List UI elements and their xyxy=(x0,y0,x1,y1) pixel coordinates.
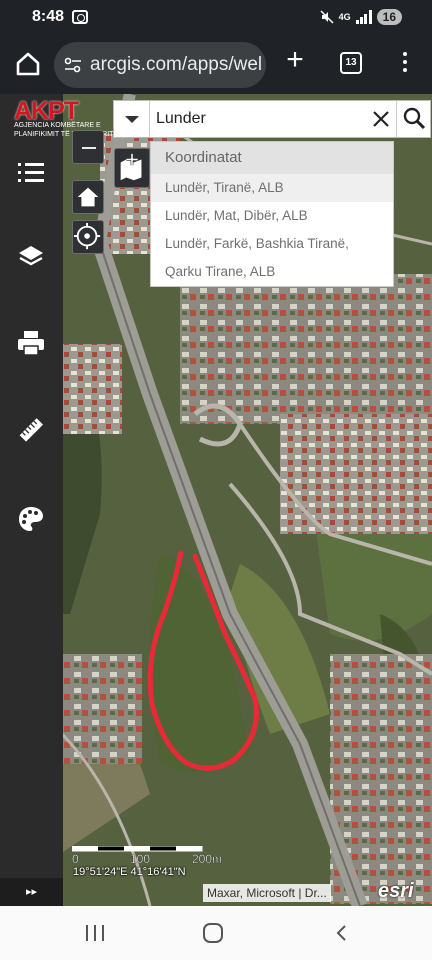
new-tab-plus-icon[interactable]: + xyxy=(282,45,308,75)
site-settings-icon[interactable] xyxy=(64,56,82,74)
network-type: 4G xyxy=(338,11,351,22)
recent-apps-icon[interactable] xyxy=(86,925,104,941)
search-source-dropdown[interactable] xyxy=(114,101,150,137)
suggestion-item[interactable]: Lundër, Farkë, Bashkia Tiranë, xyxy=(151,230,393,258)
battery-level: 16 xyxy=(376,9,402,25)
status-indicators: 4G 16 xyxy=(320,9,402,25)
search-button[interactable] xyxy=(396,101,432,137)
url-text: arcgis.com/apps/wel xyxy=(90,54,263,75)
esri-logo: esri xyxy=(378,880,414,902)
system-nav-bar xyxy=(0,906,432,960)
map-home-button[interactable] xyxy=(72,180,104,214)
print-icon[interactable] xyxy=(16,328,46,358)
search-suggestions: Koordinatat Lundër, Tiranë, ALB Lundër, … xyxy=(150,141,394,287)
add-data-button[interactable] xyxy=(114,148,150,188)
expand-sidebar-button[interactable]: ▸▸ xyxy=(0,878,63,906)
scale-label-100: 100 xyxy=(130,852,150,866)
phone-screen: 8:48 4G 16 arcgis.com/apps/wel + 13 ▸▸ A… xyxy=(0,0,432,960)
suggestions-header: Koordinatat xyxy=(151,142,393,174)
status-bar: 8:48 4G 16 xyxy=(0,0,432,36)
coordinates-readout: 19°51'24"E 41°16'41"N xyxy=(73,866,186,878)
locate-icon xyxy=(73,222,101,250)
suggestion-item-continued[interactable]: Qarku Tirane, ALB xyxy=(151,258,393,286)
scale-bar: 0 100 200m xyxy=(72,846,222,866)
signal-icon xyxy=(355,10,372,24)
tool-sidebar: ▸▸ xyxy=(0,94,63,906)
scale-label-0: 0 xyxy=(72,852,79,866)
search-icon xyxy=(403,107,426,130)
map-attribution[interactable]: Maxar, Microsoft | Dr... xyxy=(203,884,331,902)
address-bar[interactable]: arcgis.com/apps/wel xyxy=(54,42,266,88)
zoom-out-button[interactable] xyxy=(72,130,104,164)
clear-search-icon[interactable] xyxy=(370,108,392,130)
search-widget xyxy=(113,100,431,138)
locate-button[interactable] xyxy=(72,220,104,254)
screen-record-icon xyxy=(72,10,88,24)
logo-subtitle-1: AGJENCIA KOMBËTARE E xyxy=(14,122,101,129)
suggestion-item[interactable]: Lundër, Mat, Dibër, ALB xyxy=(151,202,393,230)
scale-label-200m: 200m xyxy=(192,852,222,866)
status-time: 8:48 xyxy=(32,8,65,25)
search-input[interactable] xyxy=(156,106,356,132)
browser-menu-icon[interactable] xyxy=(398,52,412,76)
map-home-icon xyxy=(77,187,99,207)
home-icon[interactable] xyxy=(14,50,42,78)
palette-icon[interactable] xyxy=(16,504,46,534)
measure-icon[interactable] xyxy=(16,416,46,446)
nav-home-icon[interactable] xyxy=(203,923,223,943)
layers-icon[interactable] xyxy=(16,242,46,272)
add-map-icon xyxy=(120,153,142,181)
list-icon[interactable] xyxy=(16,158,46,188)
browser-toolbar: arcgis.com/apps/wel + 13 xyxy=(0,36,432,94)
suggestion-item[interactable]: Lundër, Tiranë, ALB xyxy=(151,174,393,202)
back-icon[interactable] xyxy=(332,923,352,943)
mute-icon xyxy=(320,10,334,24)
tab-count-button[interactable]: 13 xyxy=(340,52,362,74)
